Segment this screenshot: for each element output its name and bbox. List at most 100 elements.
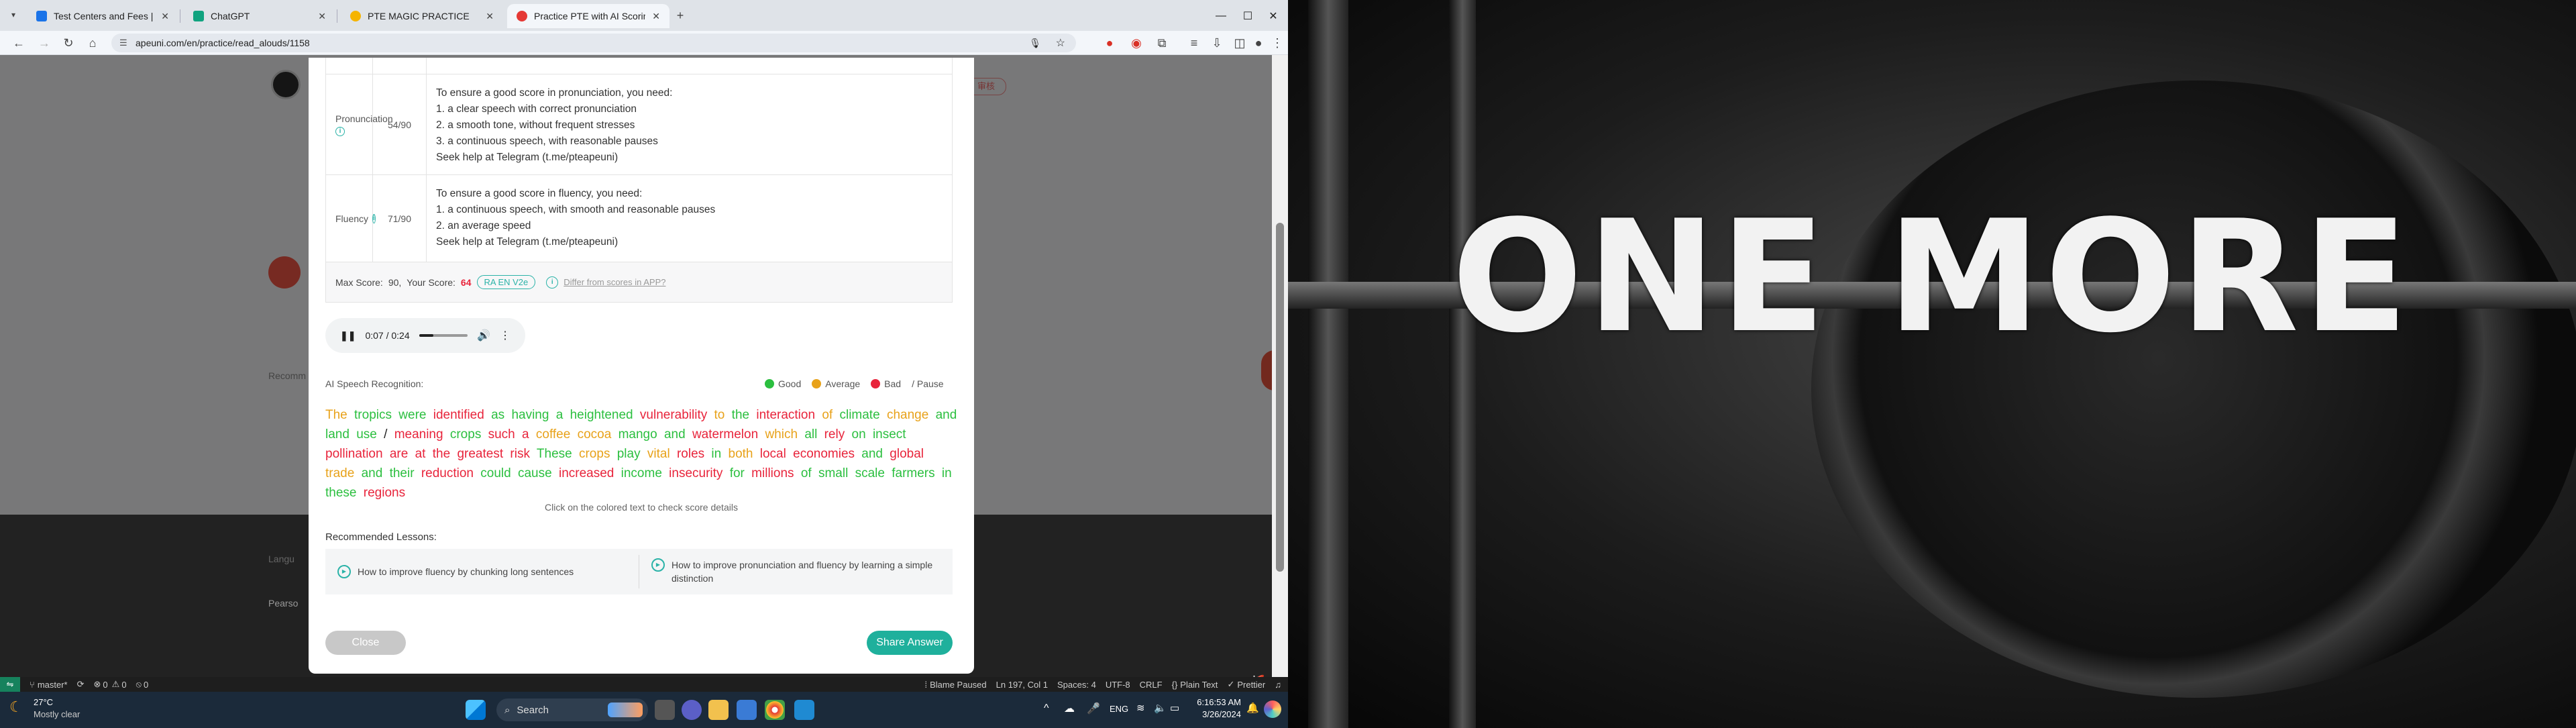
- remote-icon[interactable]: ⇋: [0, 677, 20, 692]
- transcript-word[interactable]: insect: [873, 427, 906, 441]
- info-icon[interactable]: i: [335, 126, 345, 136]
- reload-icon[interactable]: ↻: [59, 34, 78, 52]
- windows-start-icon[interactable]: [466, 700, 486, 720]
- close-icon[interactable]: ✕: [161, 11, 169, 22]
- vscode-icon[interactable]: [794, 700, 814, 720]
- transcript-word[interactable]: economies: [793, 447, 855, 461]
- share-answer-button[interactable]: Share Answer: [867, 631, 953, 655]
- transcript-word[interactable]: having: [511, 408, 549, 422]
- transcript-word[interactable]: and: [861, 447, 883, 461]
- indentation[interactable]: Spaces: 4: [1057, 680, 1096, 690]
- transcript-word[interactable]: in: [942, 466, 952, 480]
- transcript-word[interactable]: vulnerability: [640, 408, 707, 422]
- scrollbar-thumb[interactable]: [1276, 223, 1284, 572]
- transcript-word[interactable]: meaning: [394, 427, 443, 441]
- transcript-word[interactable]: roles: [677, 447, 704, 461]
- ports-count[interactable]: 0: [144, 680, 148, 690]
- transcript-word[interactable]: play: [617, 447, 641, 461]
- transcript-word[interactable]: income: [621, 466, 662, 480]
- differ-scores-link[interactable]: Differ from scores in APP?: [564, 277, 665, 287]
- line-ending[interactable]: CRLF: [1140, 680, 1163, 690]
- prettier-status[interactable]: Prettier: [1237, 680, 1265, 690]
- transcript-word[interactable]: could: [480, 466, 511, 480]
- transcript-word[interactable]: in: [711, 447, 721, 461]
- tab-apeuni[interactable]: Practice PTE with AI Scoring ✕: [507, 4, 669, 28]
- transcript-word[interactable]: such: [488, 427, 515, 441]
- transcript-word[interactable]: farmers: [892, 466, 934, 480]
- git-blame-status[interactable]: Blame Paused: [930, 680, 987, 690]
- transcript-word[interactable]: regions: [364, 486, 405, 500]
- tab-pte-magic[interactable]: PTE MAGIC PRACTICE ✕: [341, 4, 503, 28]
- info-icon[interactable]: i: [546, 276, 559, 289]
- transcript-word[interactable]: risk: [510, 447, 530, 461]
- transcript-word[interactable]: a: [556, 408, 564, 422]
- transcript-word[interactable]: greatest: [457, 447, 503, 461]
- copilot-icon[interactable]: [1264, 700, 1281, 718]
- transcript-word[interactable]: are: [390, 447, 408, 461]
- transcript-word[interactable]: which: [765, 427, 798, 441]
- volume-icon[interactable]: 🔊: [477, 329, 490, 342]
- close-window-button[interactable]: ✕: [1260, 4, 1287, 28]
- transcript-word[interactable]: their: [390, 466, 415, 480]
- warning-count[interactable]: 0: [121, 680, 126, 690]
- transcript-word[interactable]: mango: [619, 427, 657, 441]
- minimize-button[interactable]: —: [1208, 4, 1234, 28]
- transcript-word[interactable]: vital: [647, 447, 670, 461]
- extension-icon[interactable]: ◉: [1127, 34, 1146, 52]
- close-icon[interactable]: ✕: [652, 11, 660, 22]
- more-options-icon[interactable]: ⋮: [500, 329, 511, 342]
- sync-icon[interactable]: ⟳: [77, 679, 85, 690]
- transcript-word[interactable]: of: [822, 408, 833, 422]
- address-bar[interactable]: ☰ apeuni.com/en/practice/read_alouds/115…: [111, 34, 1076, 52]
- transcript-word[interactable]: a: [522, 427, 529, 441]
- lesson-item[interactable]: ▶ How to improve fluency by chunking lon…: [325, 565, 639, 578]
- transcript-word[interactable]: to: [714, 408, 725, 422]
- transcript-word[interactable]: global: [890, 447, 924, 461]
- lesson-item[interactable]: ▶ How to improve pronunciation and fluen…: [639, 558, 953, 585]
- side-panel-icon[interactable]: ◫: [1230, 34, 1249, 52]
- transcript-word[interactable]: the: [732, 408, 749, 422]
- transcript-word[interactable]: use: [356, 427, 377, 441]
- transcript-word[interactable]: increased: [559, 466, 614, 480]
- transcript-word[interactable]: these: [325, 486, 356, 500]
- clock-date[interactable]: 3/26/2024: [1194, 709, 1241, 719]
- wifi-icon[interactable]: ≋: [1136, 702, 1145, 714]
- transcript-word[interactable]: The: [325, 408, 347, 422]
- pause-icon[interactable]: ❚❚: [340, 330, 356, 342]
- maximize-button[interactable]: ☐: [1234, 4, 1261, 28]
- forward-icon[interactable]: →: [35, 34, 54, 52]
- tab-test-centers[interactable]: Test Centers and Fees | Pearson ✕: [27, 4, 178, 28]
- transcript-word[interactable]: crops: [450, 427, 481, 441]
- transcript-word[interactable]: climate: [839, 408, 879, 422]
- audio-progress-slider[interactable]: [419, 334, 468, 337]
- transcript-word[interactable]: small: [818, 466, 848, 480]
- file-encoding[interactable]: UTF-8: [1106, 680, 1130, 690]
- page-scrollbar[interactable]: [1272, 55, 1288, 677]
- transcript-word[interactable]: cocoa: [578, 427, 612, 441]
- weather-temp[interactable]: 27°C: [34, 697, 53, 707]
- extension-icon[interactable]: ●: [1100, 34, 1119, 52]
- transcript-word[interactable]: as: [491, 408, 504, 422]
- transcript-word[interactable]: pollination: [325, 447, 383, 461]
- transcript-word[interactable]: coffee: [536, 427, 570, 441]
- file-explorer-icon[interactable]: [708, 700, 729, 720]
- input-language[interactable]: ENG: [1110, 704, 1128, 714]
- transcript-word[interactable]: crops: [579, 447, 610, 461]
- profile-avatar[interactable]: ●: [1249, 34, 1268, 52]
- transcript-word[interactable]: insecurity: [669, 466, 722, 480]
- transcript-word[interactable]: were: [398, 408, 426, 422]
- volume-icon[interactable]: 🔈: [1154, 702, 1167, 714]
- git-branch[interactable]: master*: [38, 680, 68, 690]
- transcript-word[interactable]: These: [537, 447, 572, 461]
- transcript-word[interactable]: and: [664, 427, 686, 441]
- mic-icon[interactable]: 🎙: [1029, 38, 1041, 49]
- chrome-icon[interactable]: [765, 700, 785, 720]
- transcript-word[interactable]: all: [804, 427, 817, 441]
- transcript-word[interactable]: identified: [433, 408, 484, 422]
- close-icon[interactable]: ✕: [486, 11, 494, 22]
- transcript-word[interactable]: the: [433, 447, 450, 461]
- extensions-puzzle-icon[interactable]: ⧉: [1152, 34, 1171, 52]
- notification-bell-icon[interactable]: 🔔: [1246, 702, 1259, 714]
- transcript-word[interactable]: cause: [518, 466, 552, 480]
- taskbar-search[interactable]: ⌕ Search: [496, 698, 648, 721]
